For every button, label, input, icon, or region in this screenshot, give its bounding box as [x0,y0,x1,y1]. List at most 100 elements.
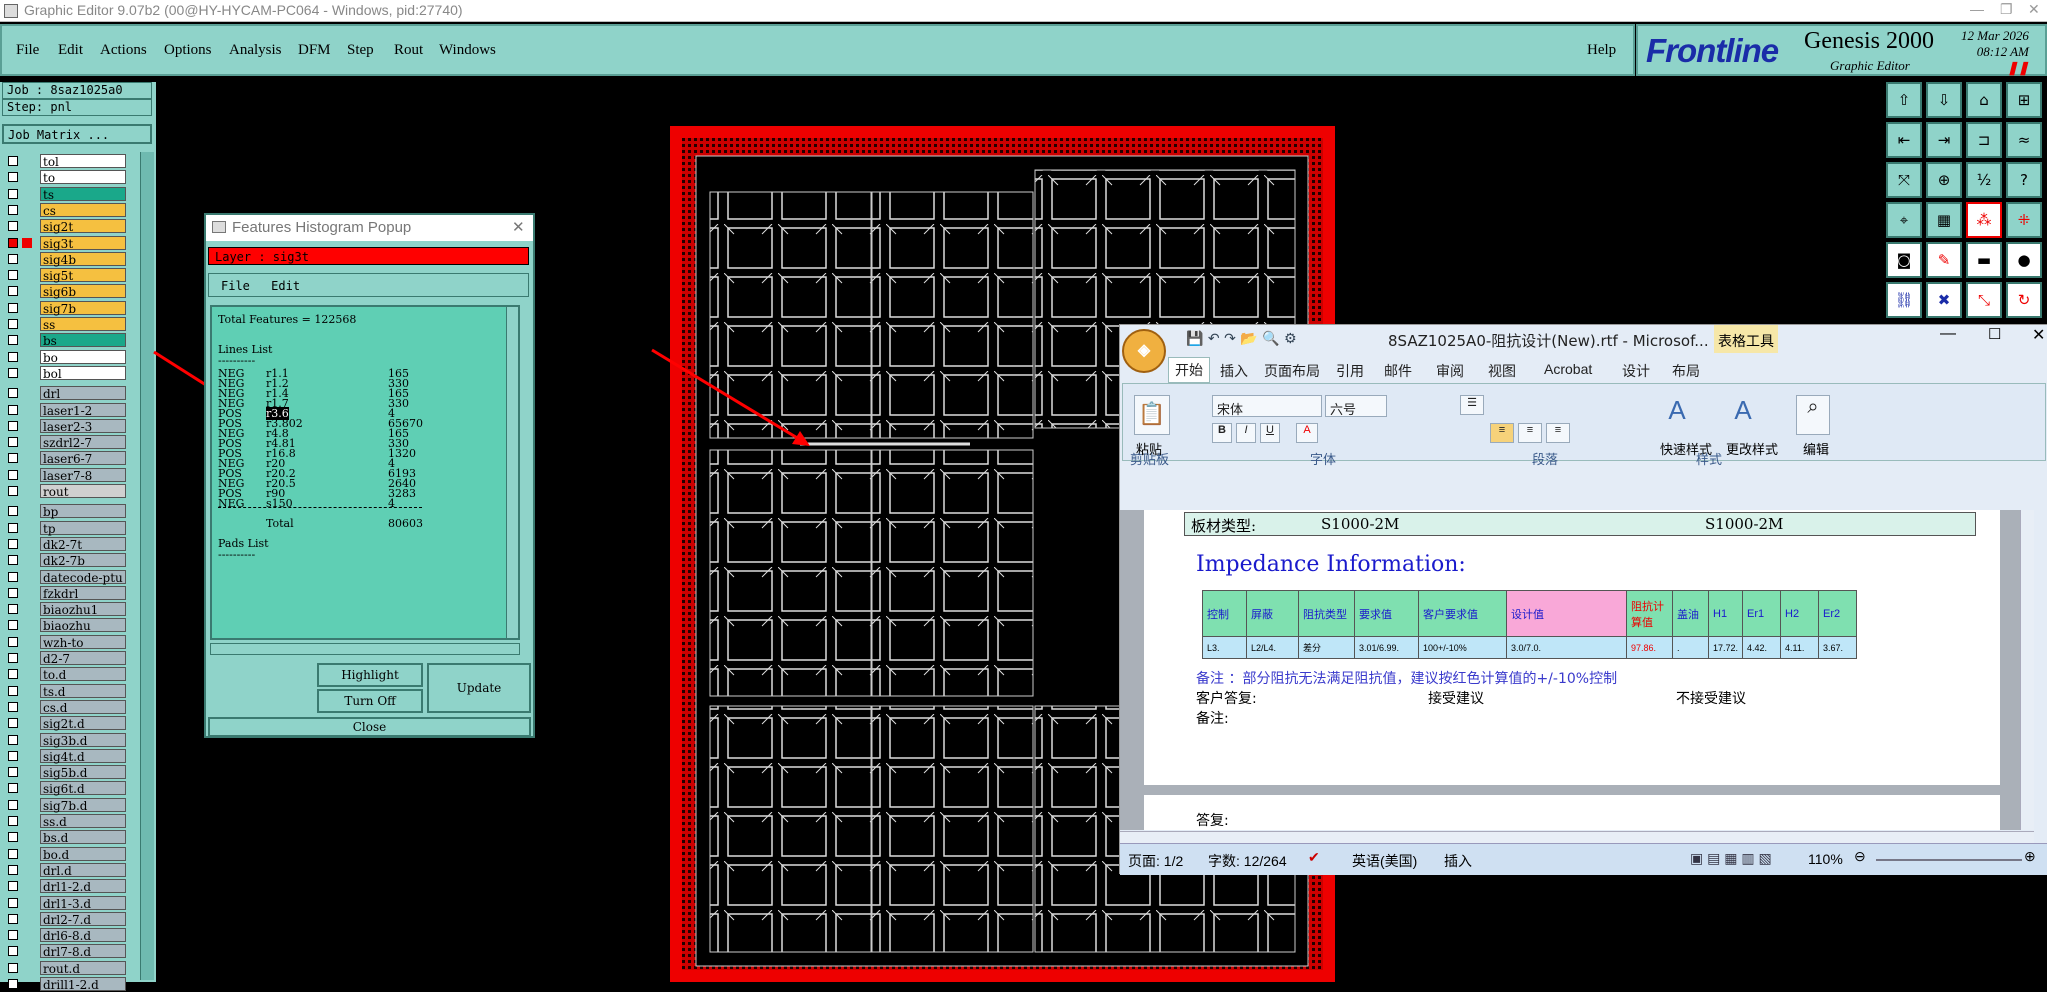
menu-analysis[interactable]: Analysis [229,42,282,59]
ribbon-tab[interactable]: 插入 [1220,361,1248,381]
layer-checkbox[interactable] [8,669,18,680]
layer-row[interactable]: drl [8,386,136,401]
layer-row[interactable]: drl1-3.d [8,895,136,911]
layer-row[interactable]: sig6t.d [8,781,136,796]
layer-checkbox[interactable] [8,404,18,415]
layer-checkbox[interactable] [8,734,18,745]
tool-import-icon[interactable]: ⇩ [1926,82,1962,118]
layer-name[interactable]: sig3b.d [40,732,126,748]
ribbon-tab[interactable]: 开始 [1168,357,1210,383]
layer-checkbox[interactable] [8,351,18,362]
menu-step[interactable]: Step [347,42,374,59]
highlight-button[interactable]: Highlight [317,663,423,687]
layer-row[interactable]: rout [8,484,136,499]
layer-row[interactable]: sig4b [8,251,136,267]
layer-name[interactable]: drl1-2.d [40,879,126,894]
layer-row[interactable]: drl2-7.d [8,911,136,927]
layer-name[interactable]: szdrl2-7 [40,435,126,450]
proofing-icon[interactable]: ✔ [1308,849,1320,866]
ribbon-tab[interactable]: 审阅 [1436,361,1464,381]
status-insert[interactable]: 插入 [1444,851,1472,871]
doc-hscroll[interactable] [1120,831,2034,843]
layer-row[interactable]: drl.d [8,862,136,878]
layer-name[interactable]: dk2-7t [40,536,126,552]
layer-checkbox[interactable] [8,913,18,924]
layer-name[interactable]: laser7-8 [40,467,126,483]
quick-access-toolbar[interactable]: 💾 ↶ ↷ 📂 🔍 ⚙ [1186,331,1297,347]
layer-name[interactable]: drl.d [40,862,126,878]
layer-checkbox[interactable] [8,453,18,464]
layer-checkbox[interactable] [8,962,18,973]
layer-checkbox[interactable] [8,930,18,941]
layer-row[interactable]: laser2-3 [8,418,136,434]
table-tools-tab[interactable]: 表格工具 [1714,325,1778,353]
layer-checkbox[interactable] [8,522,18,533]
layer-row[interactable]: datecode-ptu [8,569,136,585]
layer-checkbox[interactable] [8,587,18,598]
layer-row[interactable]: sig7b.d [8,797,136,813]
tool-route-icon[interactable]: ⁜ [2006,202,2042,238]
tool-rotate-icon[interactable]: ↻ [2006,282,2042,318]
layer-name[interactable]: biaozhu1 [40,602,126,617]
word-maximize-icon[interactable]: ☐ [1988,325,2001,343]
layer-checkbox[interactable] [8,897,18,908]
tool-cross-icon[interactable]: ✖ [1926,282,1962,318]
layer-checkbox[interactable] [8,469,18,480]
tool-move-icon[interactable]: ⤡ [1966,282,2002,318]
ribbon-tab[interactable]: 邮件 [1384,361,1412,381]
layer-row[interactable]: sig5t [8,268,136,283]
layer-name[interactable]: datecode-ptu [40,569,126,585]
layer-checkbox[interactable] [8,946,18,957]
layer-row[interactable]: laser1-2 [8,402,136,418]
layer-name[interactable]: sig7b [40,300,126,316]
layer-name[interactable]: bo.d [40,846,126,862]
layer-row[interactable]: sig4t.d [8,748,136,764]
layer-name[interactable]: ss [40,317,126,332]
layer-checkbox[interactable] [8,636,18,647]
ribbon-tab[interactable]: Acrobat [1544,361,1592,377]
layer-name[interactable]: laser6-7 [40,451,126,466]
menu-options[interactable]: Options [164,42,212,59]
turn-off-button[interactable]: Turn Off [317,689,423,713]
layer-row[interactable]: bo [8,349,136,365]
layer-name[interactable]: bo [40,349,126,365]
word-minimize-icon[interactable]: — [1940,325,1956,343]
layer-name[interactable]: laser1-2 [40,402,126,418]
office-button-icon[interactable]: ◈ [1122,329,1166,373]
layer-checkbox[interactable] [8,685,18,696]
font-select[interactable]: 宋体 [1212,395,1322,418]
layer-checkbox[interactable] [8,156,18,166]
layer-checkbox[interactable] [8,538,18,549]
ribbon-tab[interactable]: 布局 [1672,361,1700,381]
word-close-icon[interactable]: ✕ [2032,325,2045,345]
layer-name[interactable]: ss.d [40,814,126,829]
layer-name[interactable]: rout [40,484,126,499]
menu-rout[interactable]: Rout [394,42,423,59]
layer-name[interactable]: rout.d [40,960,126,976]
layer-row[interactable]: bs.d [8,830,136,845]
tool-export-icon[interactable]: ⇧ [1886,82,1922,118]
layer-name[interactable]: sig3t [40,235,126,251]
layer-row[interactable]: bp [8,504,136,519]
layer-name[interactable]: sig5t [40,268,126,283]
tool-measure-icon[interactable]: ⌖ [1886,202,1922,238]
layer-checkbox[interactable] [8,221,18,232]
layer-name[interactable]: drill1-2.d [40,977,126,992]
layer-row[interactable]: ss.d [8,814,136,829]
tool-table-icon[interactable]: ▦ [1926,202,1962,238]
popup-menu-file[interactable]: File [221,279,250,293]
layer-name[interactable]: bp [40,504,126,519]
tool-connect-icon[interactable]: ⛓ [1886,282,1922,318]
zoom-slider[interactable] [1876,859,2022,861]
layer-row[interactable]: sig7b [8,300,136,316]
tool-left-icon[interactable]: ⇤ [1886,122,1922,158]
align-right-icon[interactable]: ≡ [1546,423,1570,443]
job-matrix-button[interactable]: Job Matrix ... [2,124,152,144]
layer-checkbox[interactable] [8,783,18,794]
layer-checkbox[interactable] [8,506,18,517]
tool-edit-icon[interactable]: ✎ [1926,242,1962,278]
layer-checkbox[interactable] [8,620,18,631]
zoom-in-icon[interactable]: ⊕ [2024,848,2036,865]
menu-dfm[interactable]: DFM [298,42,331,59]
layer-name[interactable]: d2-7 [40,651,126,666]
